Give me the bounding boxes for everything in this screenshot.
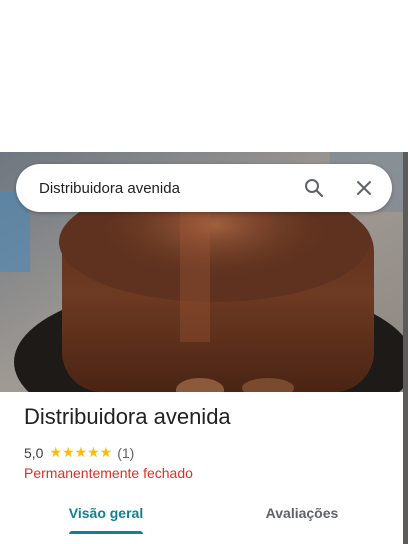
tab-selected-indicator bbox=[69, 531, 143, 534]
tab-reviews[interactable]: Avaliações bbox=[252, 492, 352, 536]
close-icon bbox=[357, 181, 371, 195]
search-box[interactable]: Distribuidora avenida bbox=[16, 164, 392, 212]
place-title: Distribuidora avenida bbox=[24, 404, 231, 429]
close-button[interactable] bbox=[349, 173, 379, 203]
rating-stars: ★★★★★ bbox=[49, 444, 113, 460]
search-button[interactable] bbox=[299, 173, 329, 203]
tab-bar: Visão geral Avaliações bbox=[0, 492, 403, 540]
status-closed: Permanentemente fechado bbox=[24, 465, 193, 481]
place-details-panel: Distribuidora avenida 5,0 ★★★★★ (1) Perm… bbox=[0, 392, 403, 544]
rating-row[interactable]: 5,0 ★★★★★ (1) bbox=[24, 444, 134, 461]
review-count[interactable]: (1) bbox=[117, 445, 134, 461]
tab-overview[interactable]: Visão geral bbox=[60, 492, 152, 536]
search-input[interactable]: Distribuidora avenida bbox=[39, 180, 299, 197]
search-icon bbox=[305, 179, 324, 198]
rating-value: 5,0 bbox=[24, 444, 44, 461]
scrollbar[interactable] bbox=[403, 152, 408, 544]
